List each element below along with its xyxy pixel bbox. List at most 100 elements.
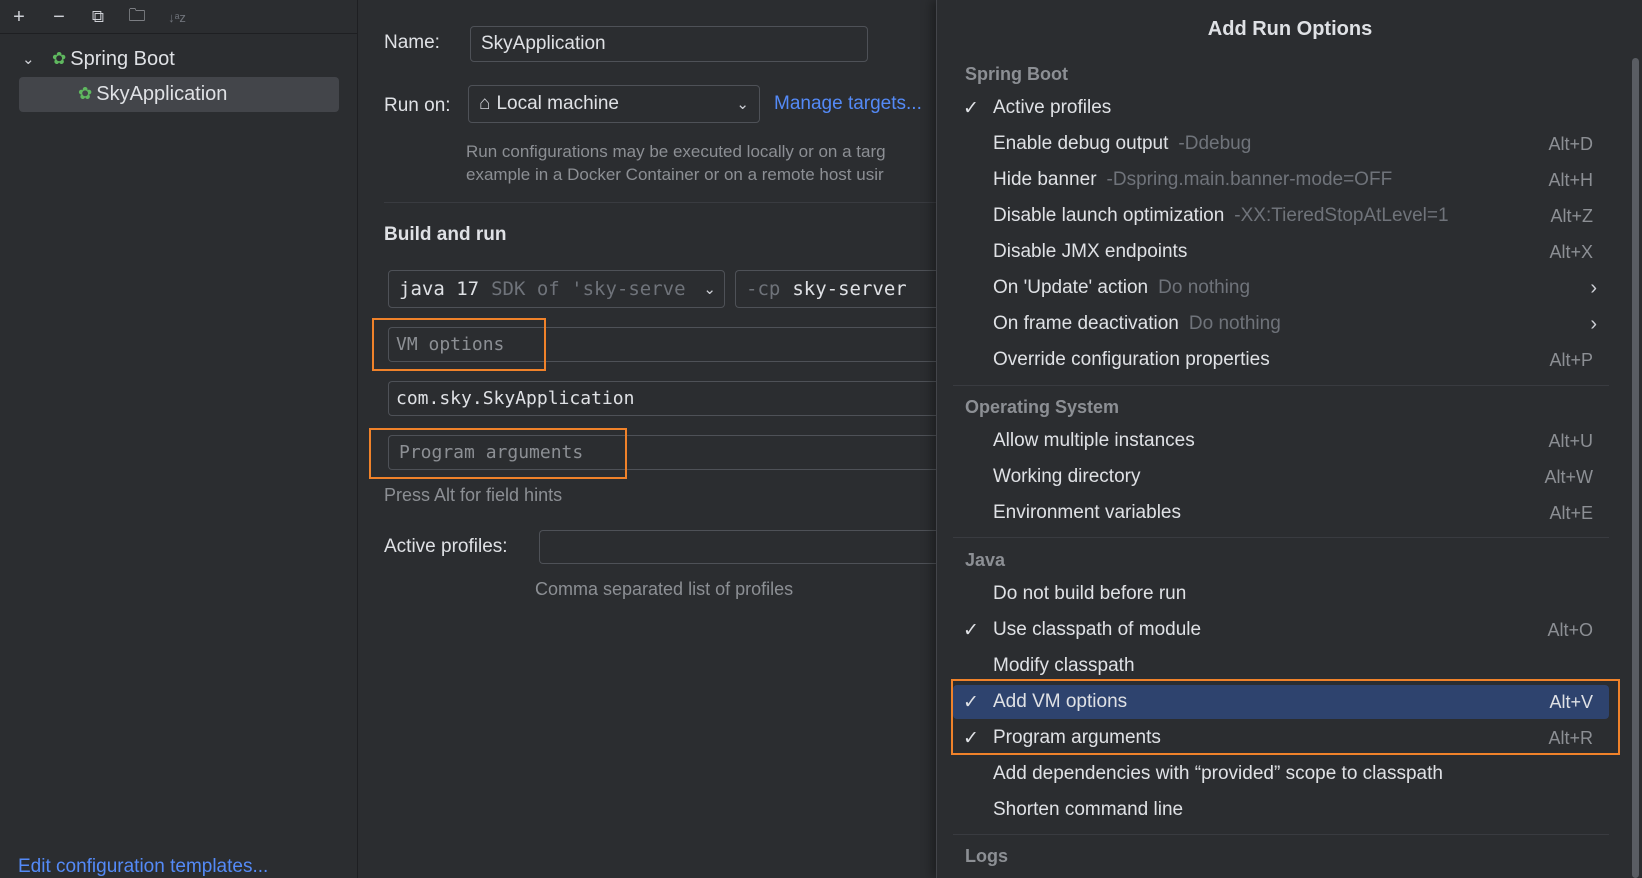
menu-item-on-update-action[interactable]: On 'Update' action Do nothing › [953, 271, 1609, 305]
popup-scrollbar[interactable] [1632, 58, 1639, 878]
tree-group-spring-boot[interactable]: ⌄ ✿ Spring Boot [22, 42, 175, 76]
tree-item-skyapplication[interactable]: ✿ SkyApplication [78, 77, 227, 111]
menu-item-shortcut: Alt+V [1549, 691, 1593, 712]
run-on-label: Run on: [384, 95, 451, 116]
menu-item-label: Environment variables [993, 502, 1181, 523]
menu-item-label: Use classpath of module [993, 619, 1202, 640]
menu-item-shortcut: Alt+P [1549, 349, 1593, 370]
chevron-down-icon: ⌄ [703, 280, 716, 298]
manage-targets-link[interactable]: Manage targets... [774, 93, 922, 115]
tree-group-label: Spring Boot [70, 47, 175, 70]
menu-item-shortcut: Alt+Z [1550, 205, 1593, 226]
group-header-java: Java [965, 550, 1006, 570]
menu-item-label: Hide banner [993, 169, 1097, 190]
main-class-value: com.sky.SkyApplication [396, 388, 635, 409]
classpath-value: sky-server [792, 278, 907, 300]
add-icon[interactable]: + [6, 4, 32, 30]
chevron-right-icon: › [1590, 276, 1597, 299]
build-and-run-heading: Build and run [384, 224, 507, 245]
menu-item-on-frame-deactivation[interactable]: On frame deactivation Do nothing › [953, 307, 1609, 341]
menu-item-disable-jmx-endpoints[interactable]: Disable JMX endpoints Alt+X [953, 235, 1609, 269]
name-label: Name: [384, 32, 440, 53]
menu-item-shortcut: Alt+D [1548, 133, 1593, 154]
menu-item-add-dependencies-with-provided-scope-to-classpath[interactable]: Add dependencies with “provided” scope t… [953, 757, 1609, 791]
run-on-dropdown[interactable]: ⌂ Local machine ⌄ [468, 85, 760, 123]
group-header-spring-boot: Spring Boot [965, 64, 1068, 84]
group-divider [953, 385, 1609, 386]
profiles-hint-text: Comma separated list of profiles [535, 579, 794, 599]
chevron-down-icon[interactable]: ⌄ [22, 50, 52, 68]
run-config-tree-panel: + − ⧉ 🗀 ↓ᵃz ⌄ ✿ Spring Boot ✿ SkyApplica… [0, 0, 358, 878]
menu-item-label: Allow multiple instances [993, 430, 1195, 451]
sdk-value: java 17 [399, 278, 480, 300]
popup-title: Add Run Options [1207, 18, 1373, 40]
sdk-sub-value: SDK of 'sky-serve [491, 278, 686, 300]
menu-item-enable-debug-output[interactable]: Enable debug output -Ddebug Alt+D [953, 127, 1609, 161]
tree-toolbar: + − ⧉ 🗀 ↓ᵃz [0, 0, 357, 34]
menu-item-hide-banner[interactable]: Hide banner -Dspring.main.banner-mode=OFF… [953, 163, 1609, 197]
program-arguments-highlight-box [369, 428, 627, 479]
menu-item-allow-multiple-instances[interactable]: Allow multiple instances Alt+U [953, 424, 1609, 458]
menu-item-active-profiles[interactable]: ✓ Active profiles [953, 91, 1609, 125]
menu-item-label: Do not build before run [993, 583, 1187, 604]
menu-item-environment-variables[interactable]: Environment variables Alt+E [953, 496, 1609, 530]
sdk-dropdown[interactable]: java 17 SDK of 'sky-serve ⌄ [388, 270, 725, 308]
menu-item-label: Override configuration properties [993, 349, 1270, 370]
menu-item-label: Shorten command line [993, 799, 1184, 820]
menu-item-shorten-command-line[interactable]: Shorten command line [953, 793, 1609, 827]
menu-item-detail: -XX:TieredStopAtLevel=1 [1234, 205, 1449, 226]
group-header-logs: Logs [965, 846, 1008, 866]
menu-item-add-vm-options[interactable]: ✓ Add VM options Alt+V [953, 685, 1609, 719]
classpath-prefix: -cp [746, 278, 781, 300]
home-icon: ⌂ [479, 93, 491, 114]
menu-item-do-not-build-before-run[interactable]: Do not build before run [953, 577, 1609, 611]
menu-item-label: Disable JMX endpoints [993, 241, 1188, 262]
menu-item-detail: -Ddebug [1178, 133, 1252, 154]
menu-item-shortcut: Alt+R [1548, 727, 1593, 748]
menu-item-modify-classpath[interactable]: Modify classpath [953, 649, 1609, 683]
menu-item-shortcut: Alt+W [1544, 466, 1593, 487]
section-divider [384, 202, 944, 203]
remove-icon[interactable]: − [46, 4, 72, 30]
edit-configuration-templates-link[interactable]: Edit configuration templates... [18, 856, 268, 878]
menu-item-label: Modify classpath [993, 655, 1135, 676]
checkmark-icon: ✓ [963, 727, 979, 749]
checkmark-icon: ✓ [963, 619, 979, 641]
menu-item-program-arguments[interactable]: ✓ Program arguments Alt+R [953, 721, 1609, 755]
active-profiles-field[interactable] [539, 530, 949, 564]
menu-item-label: Enable debug output [993, 133, 1169, 154]
main-class-field[interactable]: com.sky.SkyApplication [388, 381, 948, 416]
chevron-down-icon: ⌄ [736, 96, 749, 113]
menu-item-disable-launch-optimization[interactable]: Disable launch optimization -XX:TieredSto… [953, 199, 1609, 233]
tree-item-label: SkyApplication [96, 82, 228, 105]
spring-boot-icon: ✿ [52, 49, 67, 68]
menu-item-detail: Do nothing [1188, 313, 1281, 334]
add-run-options-popup: Add Run Options Spring Boot Operating Sy… [936, 0, 1642, 878]
menu-item-shortcut: Alt+X [1549, 241, 1593, 262]
classpath-field[interactable]: -cp sky-server [735, 270, 945, 308]
menu-item-label: Add dependencies with “provided” scope t… [993, 763, 1443, 784]
active-profiles-label: Active profiles: [384, 536, 508, 557]
menu-item-use-classpath-of-module[interactable]: ✓ Use classpath of module Alt+O [953, 613, 1609, 647]
menu-item-shortcut: Alt+H [1548, 169, 1593, 190]
checkmark-icon: ✓ [963, 691, 979, 713]
run-on-hint-line-2: example in a Docker Container or on a re… [466, 165, 884, 184]
run-on-hint-line-1: Run configurations may be executed local… [466, 142, 886, 161]
menu-item-override-configuration-properties[interactable]: Override configuration properties Alt+P [953, 343, 1609, 377]
menu-item-label: Program arguments [993, 727, 1161, 748]
name-field[interactable]: SkyApplication [470, 26, 868, 62]
group-divider [953, 834, 1609, 835]
menu-item-label: Working directory [993, 466, 1141, 487]
name-value: SkyApplication [481, 33, 606, 54]
new-folder-icon[interactable]: 🗀 [124, 4, 150, 30]
menu-item-working-directory[interactable]: Working directory Alt+W [953, 460, 1609, 494]
copy-icon[interactable]: ⧉ [85, 4, 111, 30]
menu-item-label: On 'Update' action [993, 277, 1149, 298]
spring-boot-icon: ✿ [78, 84, 93, 103]
menu-item-shortcut: Alt+E [1549, 502, 1593, 523]
chevron-right-icon: › [1590, 312, 1597, 335]
menu-item-detail: Do nothing [1158, 277, 1251, 298]
group-header-operating-system: Operating System [965, 397, 1120, 417]
menu-item-detail: -Dspring.main.banner-mode=OFF [1106, 169, 1393, 190]
vm-options-highlight-box [372, 318, 546, 371]
